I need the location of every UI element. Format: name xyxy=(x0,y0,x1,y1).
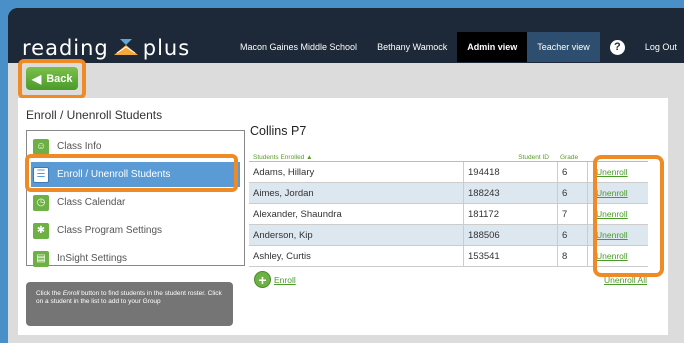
help-icon: ? xyxy=(609,39,625,55)
student-grade: 7 xyxy=(557,203,587,225)
menu-item-class-calendar[interactable]: ◷ Class Calendar xyxy=(31,190,240,215)
table-header: Students Enrolled ▲ Student ID Grade xyxy=(249,148,648,162)
table-row[interactable]: Aimes, Jordan 188243 6 Unenroll xyxy=(249,182,648,204)
people-icon: ☺ xyxy=(33,138,49,155)
book-logo-icon xyxy=(113,39,138,55)
page-title: Enroll / Unenroll Students xyxy=(26,108,163,122)
table-row[interactable]: Anderson, Kip 188506 6 Unenroll xyxy=(249,224,648,246)
table-row[interactable]: Ashley, Curtis 153541 8 Unenroll xyxy=(249,245,648,267)
student-id: 188506 xyxy=(463,224,557,246)
hint-prefix: Click the xyxy=(36,290,63,297)
nav-admin-view[interactable]: Admin view xyxy=(457,32,528,62)
unenroll-column-highlight-outline xyxy=(593,155,664,277)
menu-item-insight-settings[interactable]: ▤ InSight Settings xyxy=(31,246,240,271)
main-panel: Enroll / Unenroll Students ☺ Class Info … xyxy=(18,98,668,335)
reading-plus-logo[interactable]: reading plus xyxy=(22,36,190,60)
student-name: Aimes, Jordan xyxy=(253,187,314,199)
back-button[interactable]: ◀ Back xyxy=(26,67,78,90)
enroll-link[interactable]: Enroll xyxy=(274,275,296,285)
table-row[interactable]: Adams, Hillary 194418 6 Unenroll xyxy=(249,161,648,183)
student-grade: 6 xyxy=(557,224,587,246)
top-nav: Macon Gaines Middle School Bethany Wamoc… xyxy=(230,32,684,62)
student-id: 194418 xyxy=(463,161,557,183)
nav-user[interactable]: Bethany Wamock xyxy=(367,32,457,62)
logo-text-reading: reading xyxy=(22,36,109,60)
plus-icon: + xyxy=(254,271,271,288)
enroll-menu-highlight-outline xyxy=(25,154,238,192)
header-students-enrolled[interactable]: Students Enrolled ▲ xyxy=(249,154,463,161)
menu-item-label: Class Calendar xyxy=(57,197,126,208)
nav-school[interactable]: Macon Gaines Middle School xyxy=(230,32,367,62)
table-row[interactable]: Alexander, Shaundra 181172 7 Unenroll xyxy=(249,203,648,225)
student-name: Alexander, Shaundra xyxy=(253,208,342,220)
menu-item-program-settings[interactable]: ✱ Class Program Settings xyxy=(31,218,240,243)
header-grade[interactable]: Grade xyxy=(557,154,587,161)
student-grade: 6 xyxy=(557,161,587,183)
help-button[interactable]: ? xyxy=(600,32,635,62)
hint-emphasis: Enroll xyxy=(62,290,80,297)
menu-item-label: Class Info xyxy=(57,141,102,152)
student-grade: 6 xyxy=(557,182,587,204)
menu-item-label: InSight Settings xyxy=(57,253,128,264)
runner-icon: ✱ xyxy=(33,222,49,239)
student-name: Ashley, Curtis xyxy=(253,250,311,262)
chevron-left-icon: ◀ xyxy=(32,71,42,86)
chart-icon: ▤ xyxy=(33,250,49,267)
back-label: Back xyxy=(46,72,73,85)
clock-icon: ◷ xyxy=(33,194,49,211)
nav-teacher-view[interactable]: Teacher view xyxy=(527,32,600,62)
enrolled-students-table: Students Enrolled ▲ Student ID Grade Ada… xyxy=(249,148,648,267)
enroll-hint: Click the Enroll button to find students… xyxy=(26,282,233,326)
student-name: Adams, Hillary xyxy=(253,166,315,178)
class-menu: ☺ Class Info ☰ Enroll / Unenroll Student… xyxy=(26,130,245,267)
menu-item-label: Class Program Settings xyxy=(57,225,163,236)
logout-link[interactable]: Log Out xyxy=(635,32,684,62)
student-grade: 8 xyxy=(557,245,587,267)
logo-text-plus: plus xyxy=(142,36,191,60)
enroll-button[interactable]: + Enroll xyxy=(254,271,296,288)
student-id: 181172 xyxy=(463,203,557,225)
student-id: 153541 xyxy=(463,245,557,267)
header-student-id[interactable]: Student ID xyxy=(463,154,557,161)
class-title: Collins P7 xyxy=(250,124,307,138)
student-id: 188243 xyxy=(463,182,557,204)
student-name: Anderson, Kip xyxy=(253,229,313,241)
